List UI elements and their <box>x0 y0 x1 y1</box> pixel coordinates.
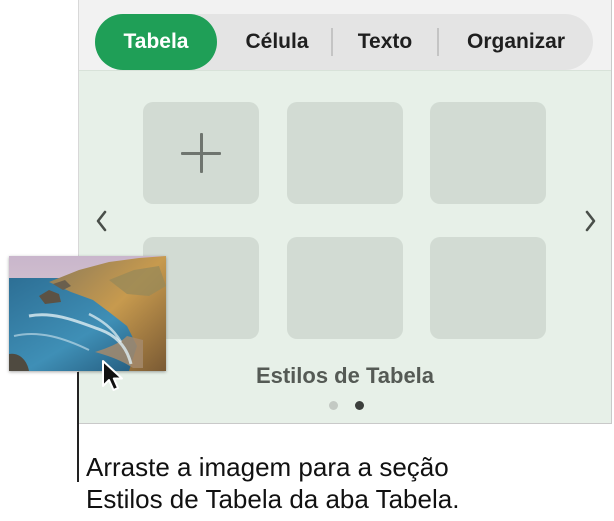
callout-line-2: Estilos de Tabela da aba Tabela. <box>86 484 460 514</box>
coastal-landscape-image <box>9 256 166 371</box>
callout-caption: Arraste a imagem para a seção Estilos de… <box>86 451 606 515</box>
page-dot[interactable] <box>329 401 338 410</box>
tab-organizar[interactable]: Organizar <box>439 14 593 70</box>
table-style-swatch[interactable] <box>287 102 403 204</box>
chevron-left-icon[interactable] <box>91 205 111 237</box>
chevron-right-icon[interactable] <box>581 205 601 237</box>
callout-leader-line <box>77 372 79 482</box>
arrow-cursor-icon <box>102 360 123 391</box>
add-table-style-button[interactable] <box>143 102 259 204</box>
page-dot-current[interactable] <box>355 401 364 410</box>
tab-texto[interactable]: Texto <box>333 14 437 70</box>
table-style-swatch[interactable] <box>430 102 546 204</box>
callout-line-1: Arraste a imagem para a seção <box>86 452 449 482</box>
dragged-coastal-photo[interactable] <box>9 256 166 371</box>
inspector-tab-bar: Tabela Célula Texto Organizar <box>95 14 593 70</box>
table-style-swatch[interactable] <box>287 237 403 339</box>
table-style-swatch[interactable] <box>430 237 546 339</box>
tab-tabela[interactable]: Tabela <box>95 14 217 70</box>
tab-celula[interactable]: Célula <box>221 14 333 70</box>
plus-icon <box>181 133 221 173</box>
